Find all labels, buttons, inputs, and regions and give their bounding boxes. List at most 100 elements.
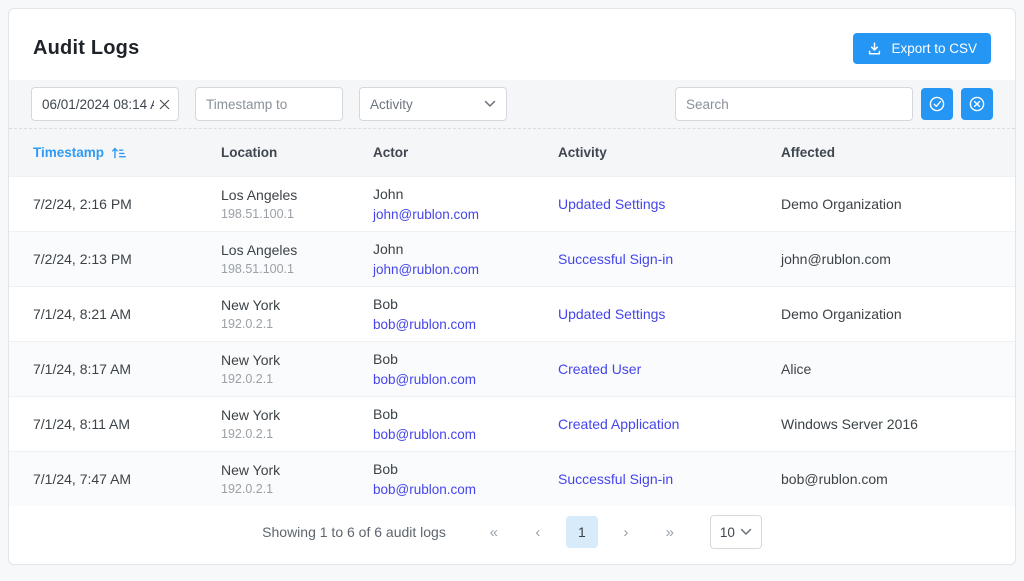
location-ip: 192.0.2.1 — [221, 315, 373, 333]
actor-name: John — [373, 239, 558, 259]
activity-link[interactable]: Updated Settings — [558, 306, 665, 322]
cell-location: Los Angeles 198.51.100.1 — [221, 240, 373, 278]
cell-affected: bob@rublon.com — [781, 469, 991, 489]
activity-link[interactable]: Created User — [558, 361, 641, 377]
close-icon[interactable] — [159, 99, 170, 110]
activity-select[interactable]: Activity — [359, 87, 507, 121]
cell-affected: Windows Server 2016 — [781, 414, 991, 434]
cell-location: Los Angeles 198.51.100.1 — [221, 185, 373, 223]
activity-link[interactable]: Successful Sign-in — [558, 251, 673, 267]
location-city: Los Angeles — [221, 185, 373, 205]
cell-timestamp: 7/1/24, 8:11 AM — [33, 414, 221, 434]
cell-timestamp: 7/1/24, 8:21 AM — [33, 304, 221, 324]
location-ip: 198.51.100.1 — [221, 260, 373, 278]
search-input[interactable] — [675, 87, 913, 121]
export-label: Export to CSV — [891, 41, 977, 56]
actor-name: Bob — [373, 294, 558, 314]
audit-logs-card: Audit Logs Export to CSV 06/01/2024 08:1… — [8, 8, 1016, 565]
actor-email-link[interactable]: bob@rublon.com — [373, 372, 476, 387]
column-header-timestamp-label: Timestamp — [33, 145, 104, 160]
timestamp-from-value: 06/01/2024 08:14 AM — [42, 97, 154, 112]
location-city: Los Angeles — [221, 240, 373, 260]
column-header-location: Location — [221, 145, 373, 160]
table-row: 7/1/24, 8:11 AM New York 192.0.2.1 Bob b… — [9, 396, 1015, 451]
location-ip: 192.0.2.1 — [221, 370, 373, 388]
cell-activity: Created Application — [558, 414, 781, 434]
timestamp-from-input[interactable]: 06/01/2024 08:14 AM — [31, 87, 179, 121]
chevron-down-icon — [484, 100, 496, 108]
cell-timestamp: 7/1/24, 7:47 AM — [33, 469, 221, 489]
cell-activity: Created User — [558, 359, 781, 379]
column-header-activity: Activity — [558, 145, 781, 160]
current-page-button[interactable]: 1 — [566, 516, 598, 548]
check-circle-icon — [928, 95, 946, 113]
table-row: 7/2/24, 2:13 PM Los Angeles 198.51.100.1… — [9, 231, 1015, 286]
cell-actor: Bob bob@rublon.com — [373, 349, 558, 390]
clear-filters-button[interactable] — [961, 88, 993, 120]
first-page-button[interactable]: « — [478, 516, 510, 548]
cell-activity: Updated Settings — [558, 194, 781, 214]
card-header: Audit Logs Export to CSV — [9, 9, 1015, 80]
cell-affected: Alice — [781, 359, 991, 379]
table-header: Timestamp Location Actor Activity Affect… — [9, 128, 1015, 176]
x-circle-icon — [968, 95, 986, 113]
location-city: New York — [221, 295, 373, 315]
table-row: 7/1/24, 8:21 AM New York 192.0.2.1 Bob b… — [9, 286, 1015, 341]
cell-activity: Successful Sign-in — [558, 249, 781, 269]
apply-filters-button[interactable] — [921, 88, 953, 120]
next-page-button[interactable]: › — [610, 516, 642, 548]
location-ip: 192.0.2.1 — [221, 425, 373, 443]
actor-email-link[interactable]: bob@rublon.com — [373, 427, 476, 442]
last-page-button[interactable]: » — [654, 516, 686, 548]
cell-actor: John john@rublon.com — [373, 184, 558, 225]
activity-link[interactable]: Successful Sign-in — [558, 471, 673, 487]
column-header-timestamp[interactable]: Timestamp — [33, 145, 221, 160]
cell-activity: Successful Sign-in — [558, 469, 781, 489]
page-title: Audit Logs — [33, 37, 139, 60]
actor-email-link[interactable]: john@rublon.com — [373, 262, 479, 277]
actor-email-link[interactable]: john@rublon.com — [373, 207, 479, 222]
location-ip: 198.51.100.1 — [221, 205, 373, 223]
activity-link[interactable]: Updated Settings — [558, 196, 665, 212]
location-city: New York — [221, 350, 373, 370]
cell-location: New York 192.0.2.1 — [221, 295, 373, 333]
cell-timestamp: 7/2/24, 2:16 PM — [33, 194, 221, 214]
actor-name: Bob — [373, 349, 558, 369]
activity-link[interactable]: Created Application — [558, 416, 679, 432]
cell-affected: Demo Organization — [781, 304, 991, 324]
cell-location: New York 192.0.2.1 — [221, 405, 373, 443]
location-city: New York — [221, 460, 373, 480]
export-to-csv-button[interactable]: Export to CSV — [853, 33, 991, 64]
cell-timestamp: 7/2/24, 2:13 PM — [33, 249, 221, 269]
cell-location: New York 192.0.2.1 — [221, 460, 373, 498]
cell-activity: Updated Settings — [558, 304, 781, 324]
cell-actor: Bob bob@rublon.com — [373, 294, 558, 335]
prev-page-button[interactable]: ‹ — [522, 516, 554, 548]
pagination-summary: Showing 1 to 6 of 6 audit logs — [262, 524, 446, 540]
download-icon — [867, 41, 882, 56]
timestamp-to-input[interactable] — [195, 87, 343, 121]
page-size-value: 10 — [720, 525, 735, 540]
cell-actor: Bob bob@rublon.com — [373, 404, 558, 445]
table-row: 7/2/24, 2:16 PM Los Angeles 198.51.100.1… — [9, 176, 1015, 231]
actor-email-link[interactable]: bob@rublon.com — [373, 317, 476, 332]
actor-email-link[interactable]: bob@rublon.com — [373, 482, 476, 497]
cell-affected: Demo Organization — [781, 194, 991, 214]
actor-name: Bob — [373, 404, 558, 424]
cell-affected: john@rublon.com — [781, 249, 991, 269]
actor-name: Bob — [373, 459, 558, 479]
table-body: 7/2/24, 2:16 PM Los Angeles 198.51.100.1… — [9, 176, 1015, 506]
location-city: New York — [221, 405, 373, 425]
column-header-affected: Affected — [781, 145, 991, 160]
actor-name: John — [373, 184, 558, 204]
column-header-actor: Actor — [373, 145, 558, 160]
location-ip: 192.0.2.1 — [221, 480, 373, 498]
sort-ascending-icon — [111, 146, 126, 160]
cell-actor: John john@rublon.com — [373, 239, 558, 280]
activity-select-value: Activity — [370, 97, 413, 112]
page-size-select[interactable]: 10 — [710, 515, 762, 549]
table-row: 7/1/24, 7:47 AM New York 192.0.2.1 Bob b… — [9, 451, 1015, 506]
cell-timestamp: 7/1/24, 8:17 AM — [33, 359, 221, 379]
chevron-down-icon — [740, 528, 752, 536]
filter-bar: 06/01/2024 08:14 AM Activity — [9, 80, 1015, 128]
